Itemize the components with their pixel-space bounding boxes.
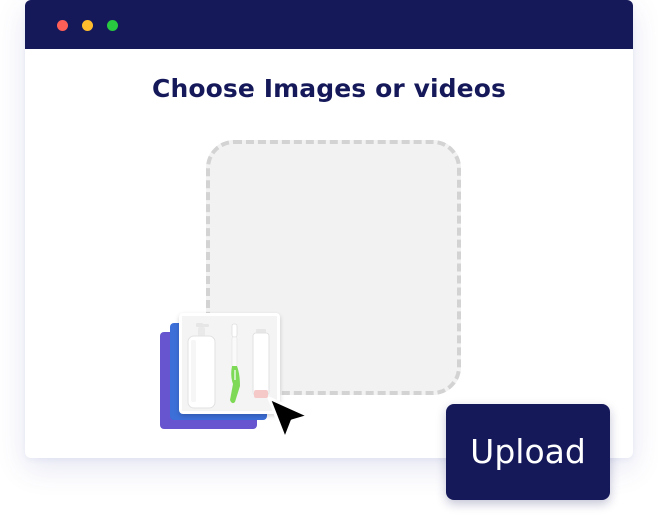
cursor-arrow-icon bbox=[265, 394, 313, 444]
toiletries-product-image bbox=[182, 316, 277, 411]
title-bar bbox=[25, 0, 633, 49]
close-window-button[interactable] bbox=[57, 20, 68, 31]
upload-button[interactable]: Upload bbox=[446, 404, 610, 500]
page-title: Choose Images or videos bbox=[152, 74, 506, 103]
minimize-window-button[interactable] bbox=[82, 20, 93, 31]
maximize-window-button[interactable] bbox=[107, 20, 118, 31]
